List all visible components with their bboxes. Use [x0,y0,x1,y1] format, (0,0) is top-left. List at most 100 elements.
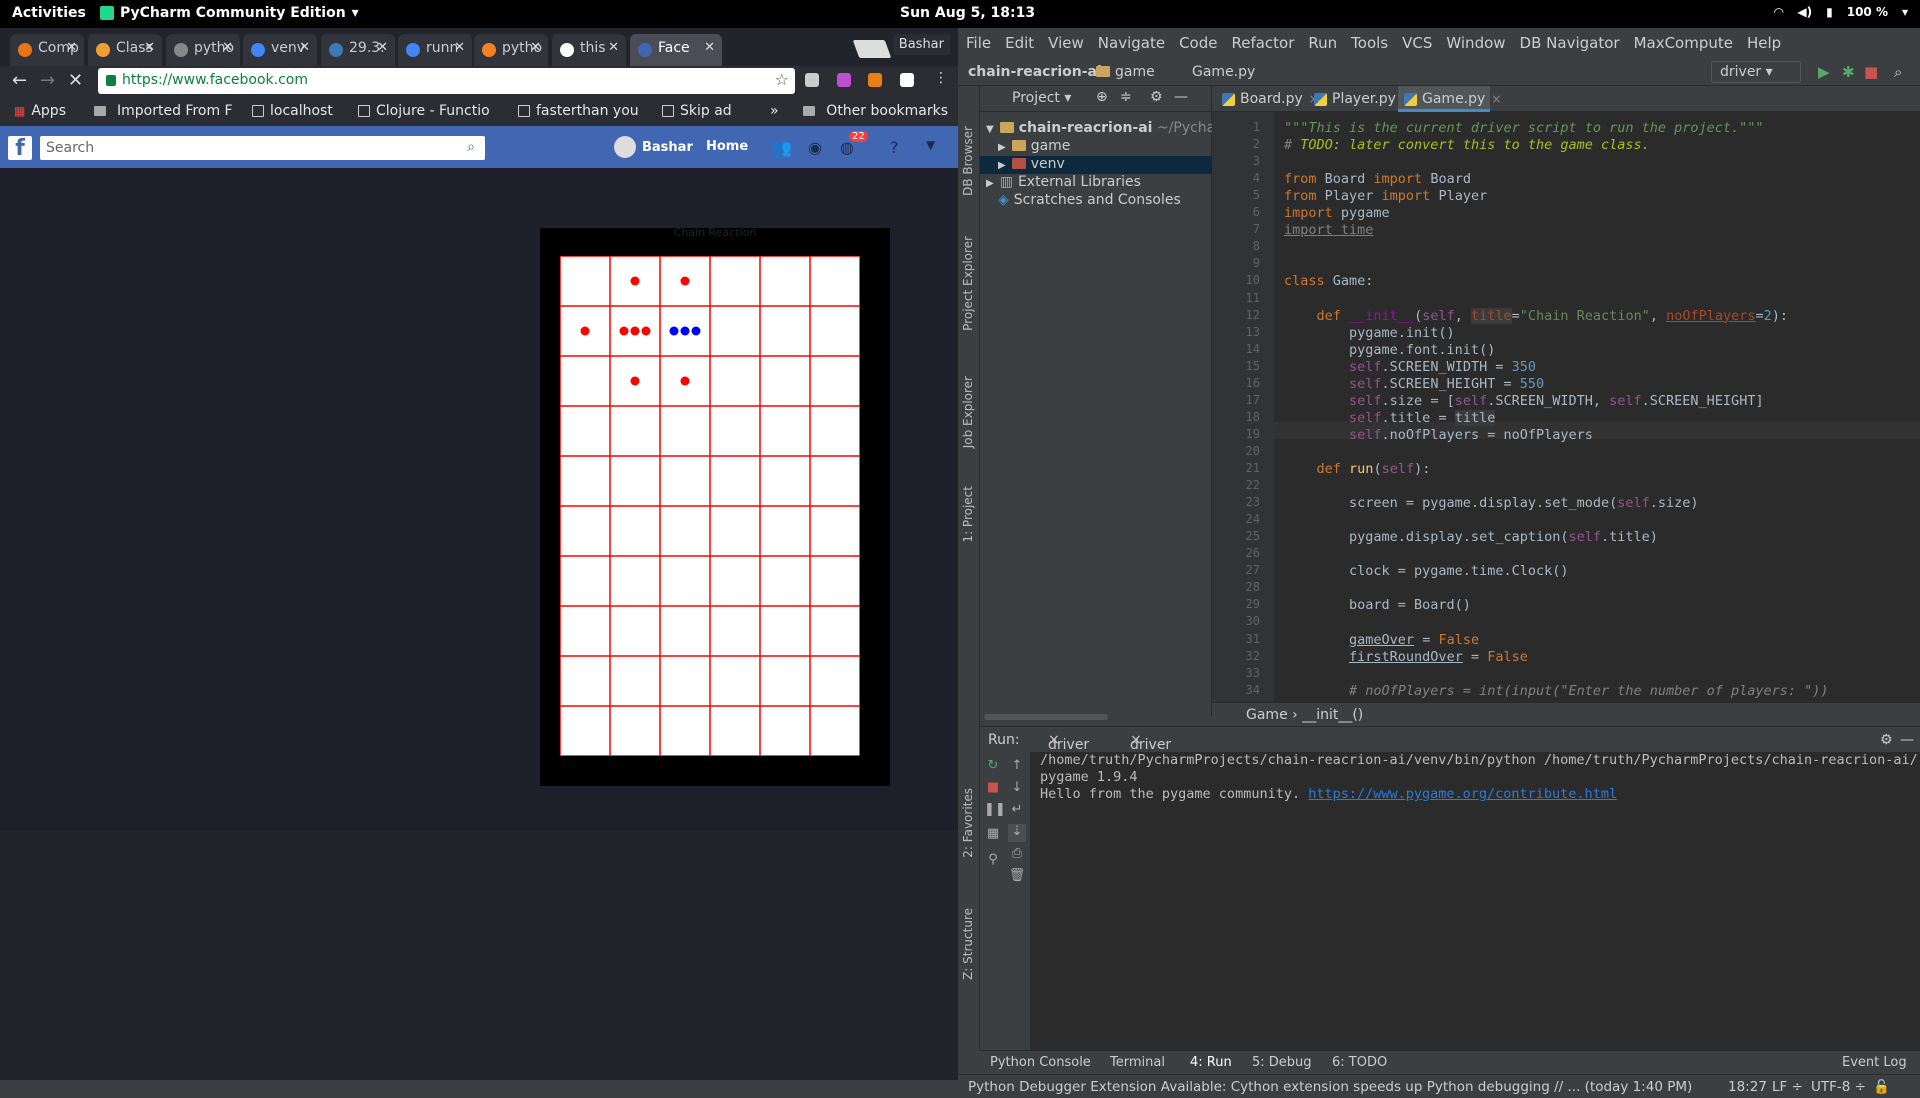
code-line[interactable]: def run(self): [1284,461,1431,478]
nav-folder[interactable]: game [1096,64,1155,80]
tree-node[interactable]: ▶ game [998,138,1070,154]
close-icon[interactable]: ✕ [222,40,233,55]
menu-item[interactable]: DB Navigator [1520,34,1620,52]
code-line[interactable]: clock = pygame.time.Clock() [1284,563,1568,580]
console-link[interactable]: https://www.pygame.org/contribute.html [1308,786,1617,802]
print-icon[interactable]: ⎙ [1008,846,1026,864]
bookmark-item[interactable]: Other bookmarks [803,103,948,119]
nav-file[interactable]: Game.py [1192,64,1255,80]
code-line[interactable]: """This is the current driver script to … [1284,120,1764,137]
back-icon[interactable]: ← [12,70,27,91]
extension-icon[interactable] [900,73,914,87]
profile-button[interactable]: Bashar [892,34,950,55]
browser-tab[interactable]: Face ✕ [630,34,722,66]
chevron-right-icon[interactable]: ▶ [998,142,1006,153]
star-icon[interactable]: ☆ [775,70,789,89]
menu-item[interactable]: Help [1747,34,1781,52]
menu-item[interactable]: Navigate [1098,34,1165,52]
run-tool-tab[interactable]: 4: Run [1190,1055,1232,1070]
code-line[interactable]: self.SCREEN_HEIGHT = 550 [1284,376,1544,393]
code-line[interactable]: from Board import Board [1284,171,1471,188]
code-line[interactable]: pygame.display.set_caption(self.title) [1284,529,1658,546]
browser-tab[interactable]: pytho ✕ [474,34,548,66]
extension-icon[interactable] [868,73,882,87]
wrap-icon[interactable]: ↵ [1008,802,1026,820]
terminal-tab[interactable]: Terminal [1110,1055,1165,1070]
menu-item[interactable]: File [966,34,991,52]
stop-icon[interactable]: ■ [1864,63,1878,81]
crumb-class[interactable]: Game [1246,707,1288,723]
menu-item[interactable]: Run [1308,34,1337,52]
bookmark-item[interactable]: Clojure - Functio [358,103,490,119]
event-log-tab[interactable]: Event Log [1842,1055,1907,1070]
editor-tab[interactable]: Game.py × [1398,86,1501,112]
project-view-select[interactable]: Project [1012,90,1060,106]
lock-icon[interactable]: 🔓 [1873,1079,1890,1095]
close-icon[interactable]: ✕ [299,40,310,55]
trash-icon[interactable]: 🗑 [1008,868,1026,886]
extension-icon[interactable] [805,73,819,87]
browser-tab[interactable]: runn ✕ [398,34,472,66]
code-line[interactable]: from Player import Player [1284,188,1487,205]
nav-project[interactable]: chain-reacrion-ai [968,64,1102,80]
side-tool-tab[interactable]: Project Explorer [961,236,975,331]
facebook-profile-link[interactable]: Bashar [614,136,693,158]
caret-position[interactable]: 18:27 [1728,1079,1767,1095]
code-editor[interactable]: """This is the current driver script to … [1274,112,1920,702]
code-line[interactable]: # noOfPlayers = int(input("Enter the num… [1284,683,1829,700]
app-menu[interactable]: PyCharm Community Edition ▾ [100,5,359,21]
stop-icon[interactable]: ✕ [68,70,83,91]
close-icon[interactable]: ✕ [704,40,715,55]
chevron-right-icon[interactable]: ▶ [986,178,994,189]
close-icon[interactable]: ✕ [454,40,465,55]
code-line[interactable]: self.title = title [1284,409,1496,427]
friends-icon[interactable]: 👥 [772,138,792,157]
code-line[interactable]: pygame.font.init() [1284,342,1495,359]
code-line[interactable]: self.noOfPlayers = noOfPlayers [1284,427,1593,444]
editor-tab[interactable]: Player.py× [1308,86,1412,112]
tree-node[interactable]: ▼ chain-reacrion-ai ~/Pycharm [986,120,1234,136]
rerun-icon[interactable]: ↻ [984,758,1002,776]
code-line[interactable]: firstRoundOver = False [1284,649,1528,666]
code-line[interactable]: import time [1284,222,1373,239]
run-tab-driver[interactable]: driver × [1048,732,1089,753]
bookmark-item[interactable]: fasterthan you [518,103,639,119]
search-icon[interactable]: ⌕ [467,139,475,155]
menu-item[interactable]: Code [1179,34,1217,52]
side-tool-tab[interactable]: 1: Project [961,486,975,543]
line-separator[interactable]: LF ÷ [1772,1079,1803,1095]
run-tab-driver[interactable]: driver × [1130,732,1171,753]
gear-icon[interactable]: ⚙ [1150,89,1163,105]
tree-node[interactable]: ▶ venv [998,156,1065,172]
code-line[interactable]: self.SCREEN_WIDTH = 350 [1284,359,1536,376]
new-tab-button[interactable] [852,40,892,58]
help-icon[interactable]: ? [890,138,910,157]
hide-icon[interactable]: — [1174,89,1188,105]
chevron-down-icon[interactable]: ▼ [986,124,994,135]
close-icon[interactable]: × [1491,92,1501,106]
menu-icon[interactable]: ⋮ [934,70,948,86]
menu-item[interactable]: Refactor [1231,34,1294,52]
side-tool-tab[interactable]: DB Browser [961,126,975,196]
hide-icon[interactable]: — [1900,732,1914,748]
debug-icon[interactable]: ✱ [1842,63,1855,81]
browser-tab[interactable]: this ✕ [552,34,626,66]
address-bar[interactable]: https://www.facebook.com ☆ [98,68,795,94]
facebook-search-input[interactable]: Search ⌕ [40,136,485,160]
menu-item[interactable]: View [1048,34,1084,52]
tree-node[interactable]: ▶ ▥ External Libraries [986,174,1141,190]
menu-item[interactable]: MaxCompute [1634,34,1733,52]
extension-icon[interactable] [837,73,851,87]
code-line[interactable]: screen = pygame.display.set_mode(self.si… [1284,495,1699,512]
activities-button[interactable]: Activities [12,5,86,21]
gear-icon[interactable]: ⚙ [1880,732,1893,748]
code-line[interactable]: gameOver = False [1284,632,1479,649]
side-tool-tab[interactable]: Z: Structure [961,908,975,980]
code-line[interactable]: import pygame [1284,205,1390,222]
code-line[interactable]: # TODO: later convert this to the game c… [1284,137,1650,154]
editor-tab[interactable]: Board.py× [1216,86,1319,112]
browser-tab[interactable]: pytho ✕ [166,34,240,66]
file-encoding[interactable]: UTF-8 ÷ [1811,1079,1866,1095]
close-icon[interactable]: ✕ [377,40,388,55]
browser-tab[interactable]: Class ✕ [88,34,162,66]
